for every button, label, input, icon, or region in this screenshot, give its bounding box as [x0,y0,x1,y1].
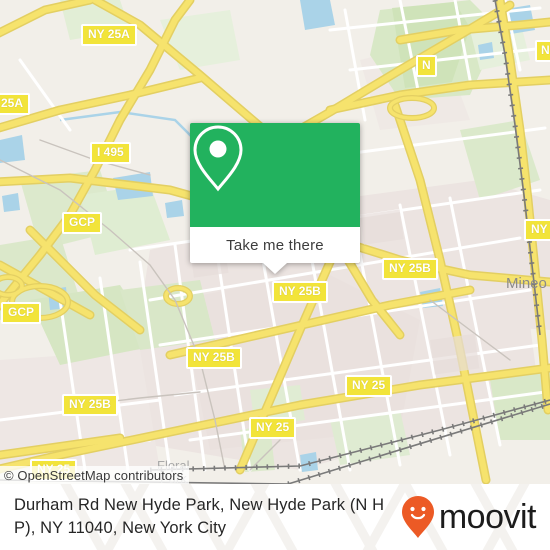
footer-bar: Durham Rd New Hyde Park, New Hyde Park (… [0,484,550,550]
road-shield[interactable]: NY 25B [62,394,118,416]
road-shield[interactable]: NY 25B [382,258,438,280]
road-shield[interactable]: N [416,55,437,77]
road-shield[interactable]: NY 25A [81,24,137,46]
road-shield[interactable]: NY 25B [186,347,242,369]
popup-header [190,123,360,227]
map-screenshot-root: .rd { stroke:#f7e98b; fill:none; stroke-… [0,0,550,550]
popup-cta-label: Take me there [226,236,324,254]
road-shield[interactable]: GCP [62,212,103,234]
road-shield[interactable]: GCP [1,302,42,324]
road-shield[interactable]: 25A [0,93,31,115]
popup-cta[interactable]: Take me there [190,227,360,263]
road-shield[interactable]: N [535,40,550,62]
map-canvas[interactable]: .rd { stroke:#f7e98b; fill:none; stroke-… [0,0,550,484]
osm-attribution[interactable]: © OpenStreetMap contributors [0,466,190,484]
map-pin-icon [193,125,243,192]
popup-pointer [263,263,287,274]
place-label: Mineo [506,275,547,292]
road-shield[interactable]: NY 2 [524,219,550,241]
location-popup[interactable]: Take me there [190,123,360,274]
road-shield[interactable]: NY 25 [345,375,393,397]
road-shield[interactable]: NY 25B [272,281,328,303]
road-shield[interactable]: I 495 [90,142,131,164]
moovit-wordmark: moovit [438,498,537,536]
moovit-pin-smiley-icon [401,496,434,538]
road-shield[interactable]: NY 25 [249,417,297,439]
location-address: Durham Rd New Hyde Park, New Hyde Park (… [14,496,385,537]
moovit-logo[interactable]: moovit [401,495,540,539]
